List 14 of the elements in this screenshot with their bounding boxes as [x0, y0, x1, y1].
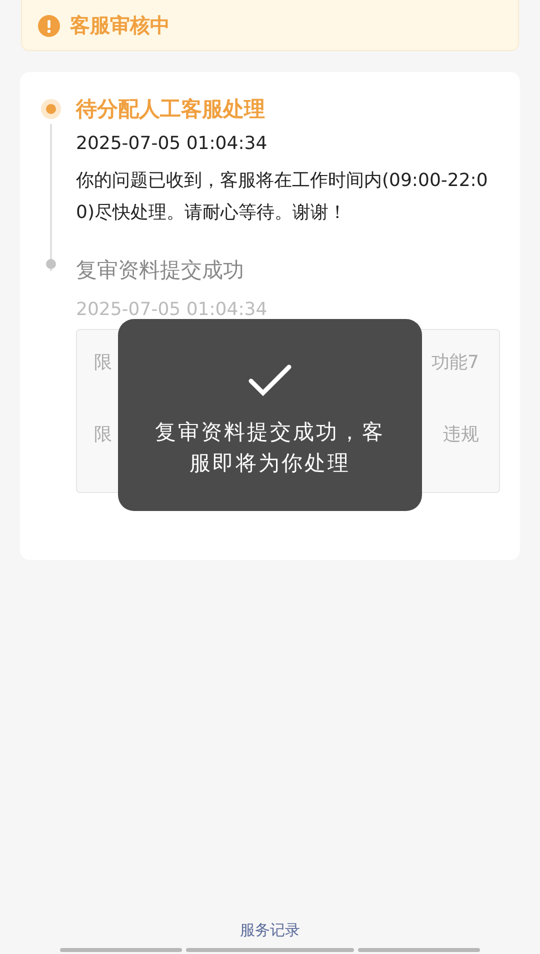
detail-text: 限 [94, 423, 112, 447]
step-time: 2025-07-05 01:04:34 [76, 132, 268, 156]
detail-text: 违规 [443, 423, 479, 447]
service-record-link[interactable]: 服务记录 [240, 920, 300, 940]
step-time: 2025-07-05 01:04:34 [76, 298, 268, 322]
step-title: 复审资料提交成功 [76, 257, 245, 284]
toast-message: 复审资料提交成功，客服即将为你处理 [154, 419, 386, 477]
checkmark-icon [248, 363, 292, 397]
detail-text: 功能7 [432, 351, 479, 375]
step-title: 待分配人工客服处理 [76, 96, 266, 123]
step-message: 你的问题已收到，客服将在工作时间内(09:00-22:00)尽快处理。请耐心等待。谢谢！ [76, 169, 489, 225]
warning-icon [38, 14, 60, 36]
detail-text: 限 [94, 351, 112, 375]
status-text: 客服审核中 [70, 12, 170, 39]
